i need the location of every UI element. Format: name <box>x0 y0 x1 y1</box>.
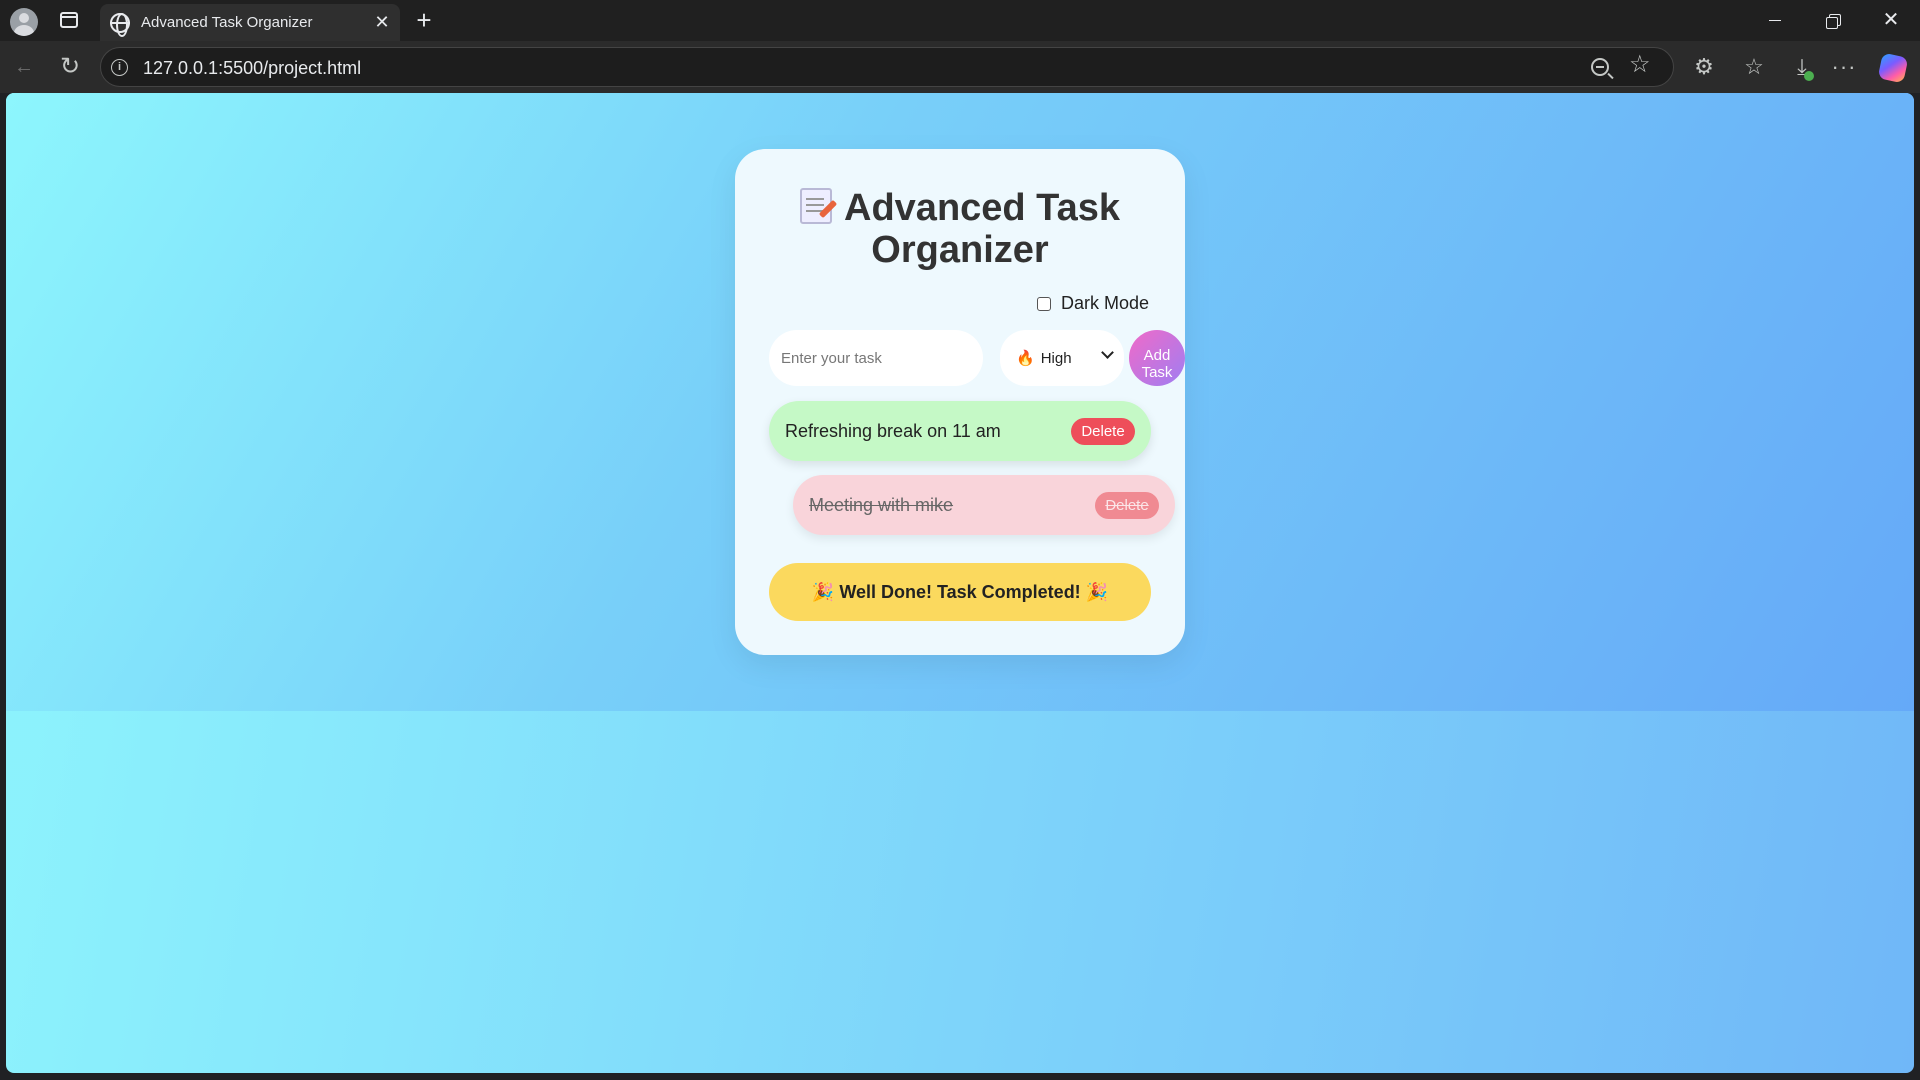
task-item-completed[interactable]: Meeting with mike Delete <box>793 475 1175 535</box>
restore-icon[interactable] <box>1813 6 1853 34</box>
priority-selected-value: High <box>1040 349 1072 367</box>
extensions-icon[interactable]: ⚙ <box>1686 49 1722 85</box>
zoom-out-icon[interactable] <box>1591 58 1609 76</box>
new-tab-button[interactable]: + <box>410 6 438 34</box>
completion-banner-text: Well Done! Task Completed! <box>839 582 1081 602</box>
copilot-icon[interactable] <box>1877 52 1909 84</box>
dark-mode-label: Dark Mode <box>1061 293 1150 313</box>
tab-title: Advanced Task Organizer <box>141 14 313 31</box>
star-icon[interactable]: ☆ <box>1629 50 1651 79</box>
page-viewport: Advanced Task Organizer Dark Mode 🔥 High… <box>6 93 1914 1073</box>
window-close-icon[interactable]: ✕ <box>1871 6 1911 34</box>
favorites-icon[interactable]: ☆ <box>1736 49 1772 85</box>
add-task-button[interactable]: Add Task <box>1129 330 1185 386</box>
address-bar[interactable]: i 127.0.0.1:5500/project.html ☆ <box>100 47 1674 87</box>
url-text[interactable]: 127.0.0.1:5500/project.html <box>143 58 361 79</box>
task-organizer-card: Advanced Task Organizer Dark Mode 🔥 High… <box>735 149 1185 655</box>
back-icon[interactable]: ← <box>6 49 42 85</box>
task-text[interactable]: Meeting with mike <box>809 495 953 516</box>
downloads-icon[interactable]: ⤓ <box>1784 49 1820 85</box>
flame-icon: 🔥 <box>1016 350 1035 367</box>
more-icon[interactable]: ··· <box>1826 49 1862 85</box>
globe-icon <box>110 13 130 37</box>
page-title: Advanced Task Organizer <box>765 187 1155 271</box>
browser-toolbar: ← ↻ i 127.0.0.1:5500/project.html ☆ ⚙ ☆ … <box>0 41 1920 93</box>
task-item[interactable]: Refreshing break on 11 am Delete <box>769 401 1151 461</box>
download-complete-badge <box>1804 71 1814 81</box>
chevron-down-icon <box>1101 346 1114 359</box>
party-popper-icon: 🎉 <box>811 582 835 602</box>
minimize-icon[interactable] <box>1755 6 1795 34</box>
info-icon[interactable]: i <box>111 59 128 76</box>
priority-select[interactable]: 🔥 High <box>1000 330 1124 386</box>
browser-tab[interactable]: Advanced Task Organizer ✕ <box>100 4 400 41</box>
dark-mode-checkbox[interactable] <box>1037 296 1051 311</box>
reload-icon[interactable]: ↻ <box>52 49 88 85</box>
memo-icon <box>800 188 833 224</box>
delete-button[interactable]: Delete <box>1095 491 1159 519</box>
dark-mode-toggle[interactable]: Dark Mode <box>1037 293 1149 314</box>
completion-banner: 🎉 Well Done! Task Completed! 🎉 <box>769 563 1151 621</box>
profile-icon[interactable] <box>10 8 38 36</box>
party-popper-icon: 🎉 <box>1085 582 1109 602</box>
page-title-text: Advanced Task Organizer <box>844 187 1120 271</box>
tabs-icon[interactable] <box>60 12 78 28</box>
task-text[interactable]: Refreshing break on 11 am <box>785 421 1001 442</box>
browser-titlebar: Advanced Task Organizer ✕ + ✕ <box>0 0 1920 41</box>
delete-button[interactable]: Delete <box>1071 417 1135 445</box>
tab-close-icon[interactable]: ✕ <box>370 10 394 34</box>
task-input[interactable] <box>769 330 983 386</box>
